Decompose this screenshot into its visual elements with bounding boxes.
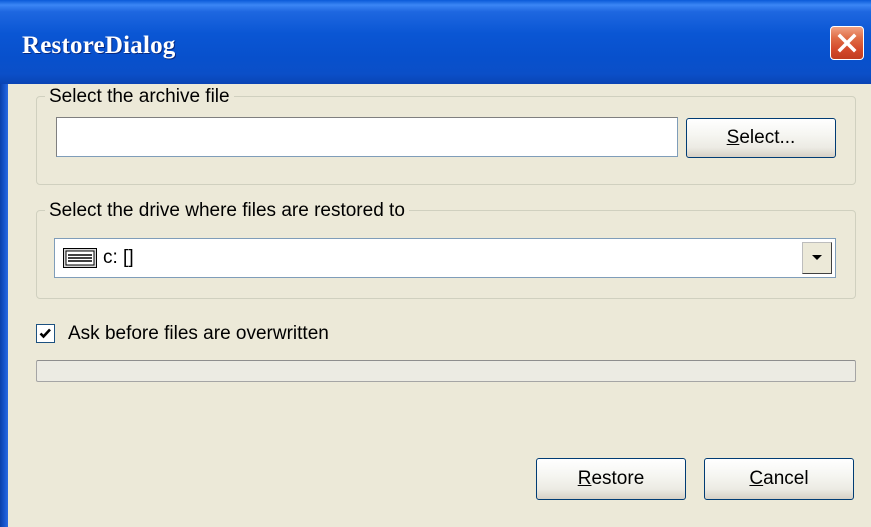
select-button-mnemonic: S xyxy=(726,127,740,148)
archive-file-input[interactable] xyxy=(56,117,678,157)
cancel-button[interactable]: Cancel xyxy=(704,458,854,500)
drive-group-label: Select the drive where files are restore… xyxy=(45,200,409,222)
drive-icon xyxy=(63,248,97,273)
drive-combobox[interactable]: c: [] xyxy=(54,238,836,278)
ask-before-overwrite-checkbox[interactable] xyxy=(36,324,55,343)
drive-dropdown-button[interactable] xyxy=(802,242,832,274)
ask-before-overwrite-label[interactable]: Ask before files are overwritten xyxy=(68,322,329,346)
select-archive-button[interactable]: Select... xyxy=(686,118,836,158)
close-icon xyxy=(837,33,857,53)
archive-file-group-label: Select the archive file xyxy=(45,86,234,108)
restore-button-mnemonic: R xyxy=(577,468,592,489)
restore-button[interactable]: Restore xyxy=(536,458,686,500)
close-button[interactable] xyxy=(830,26,864,60)
title-bar[interactable]: RestoreDialog xyxy=(0,0,871,84)
restore-button-label: estore xyxy=(591,468,645,489)
drive-selected-value: c: [] xyxy=(103,247,134,268)
restore-progress-bar xyxy=(36,360,856,382)
window-left-border xyxy=(0,84,8,527)
window-title: RestoreDialog xyxy=(22,32,176,59)
chevron-down-icon xyxy=(812,255,822,260)
cancel-button-mnemonic: C xyxy=(749,468,764,489)
checkmark-icon xyxy=(39,328,51,339)
cancel-button-label: ancel xyxy=(763,468,809,489)
restore-dialog-window: RestoreDialog Select the archive file Se… xyxy=(0,0,871,527)
select-button-label: elect... xyxy=(739,127,796,148)
